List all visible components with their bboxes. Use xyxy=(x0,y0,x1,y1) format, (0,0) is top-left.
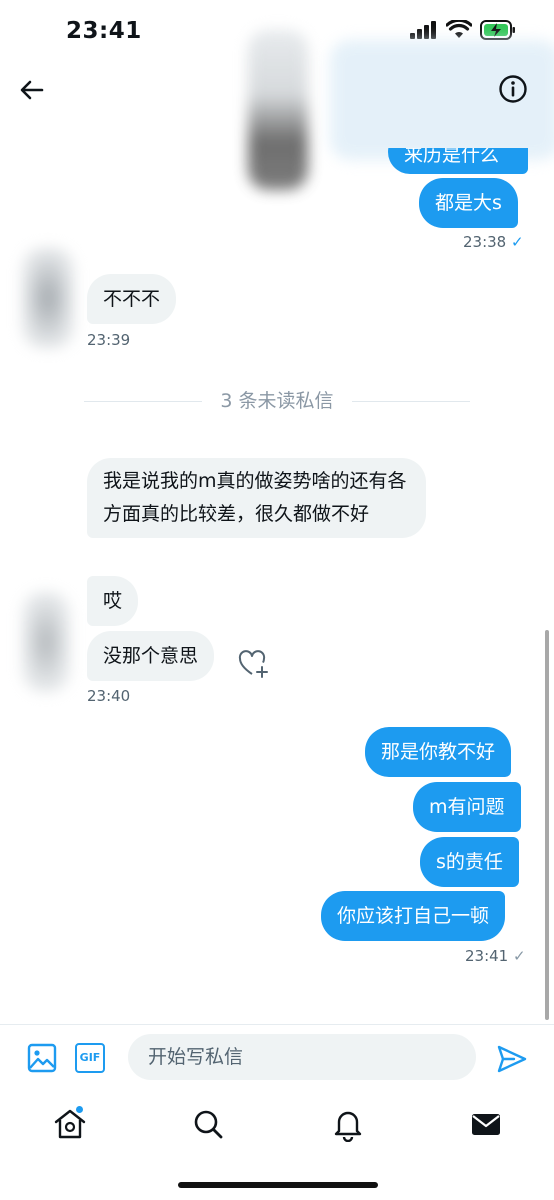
message-text: s的责任 xyxy=(436,851,503,873)
message-incoming[interactable]: 我是说我的m真的做姿势啥的还有各方面真的比较差，很久都做不好 xyxy=(87,458,426,538)
blurred-avatar-header xyxy=(248,30,308,190)
message-text: m有问题 xyxy=(429,796,505,818)
status-time: 23:41 xyxy=(66,18,142,44)
message-text: 不不不 xyxy=(103,288,161,310)
message-text: 都是大s xyxy=(435,192,502,214)
message-text: 没那个意思 xyxy=(103,645,199,667)
message-outgoing[interactable]: 都是大s xyxy=(419,178,518,228)
search-icon[interactable] xyxy=(190,1106,226,1142)
send-icon[interactable] xyxy=(496,1043,528,1075)
sent-check-icon: ✓ xyxy=(513,947,526,965)
message-timestamp: 23:39 xyxy=(87,331,131,349)
gif-label: GIF xyxy=(79,1051,101,1064)
message-timestamp: 23:41 ✓ xyxy=(465,947,526,965)
scrollbar[interactable] xyxy=(545,630,549,1020)
battery-charging-icon xyxy=(480,20,515,40)
home-indicator xyxy=(178,1182,378,1188)
read-check-icon: ✓ xyxy=(511,233,524,251)
message-timestamp: 23:38 ✓ xyxy=(463,233,524,251)
blurred-avatar xyxy=(22,592,70,692)
message-outgoing[interactable]: 那是你教不好 xyxy=(365,727,512,777)
message-outgoing[interactable]: 你应该打自己一顿 xyxy=(321,891,506,941)
notifications-icon[interactable] xyxy=(330,1106,366,1142)
status-icons xyxy=(410,20,516,40)
back-arrow-icon[interactable] xyxy=(16,74,48,106)
message-incoming[interactable]: 不不不 xyxy=(87,274,177,324)
message-incoming[interactable]: 哎 xyxy=(87,576,139,626)
image-icon[interactable] xyxy=(27,1043,57,1073)
info-icon[interactable] xyxy=(498,74,528,104)
message-outgoing[interactable]: s的责任 xyxy=(420,837,519,887)
message-text: 哎 xyxy=(103,590,123,612)
messages-icon[interactable] xyxy=(468,1106,504,1142)
gif-button[interactable]: GIF xyxy=(75,1043,105,1073)
message-text: 我是说我的m真的做姿势啥的还有各方面真的比较差，很久都做不好 xyxy=(103,470,407,525)
composer-divider xyxy=(0,1024,554,1025)
message-text: 那是你教不好 xyxy=(381,741,496,763)
message-text: 你应该打自己一顿 xyxy=(337,905,490,927)
message-incoming[interactable]: 没那个意思 xyxy=(87,631,215,681)
message-outgoing[interactable]: m有问题 xyxy=(413,782,521,832)
home-icon[interactable] xyxy=(52,1106,88,1142)
blurred-avatar xyxy=(22,248,74,348)
like-add-icon[interactable] xyxy=(238,649,270,679)
signal-icon xyxy=(410,21,436,39)
unread-divider: 3 条未读私信 xyxy=(220,390,334,412)
message-timestamp: 23:40 xyxy=(87,687,131,705)
message-input[interactable] xyxy=(128,1034,476,1080)
wifi-icon xyxy=(446,20,472,38)
